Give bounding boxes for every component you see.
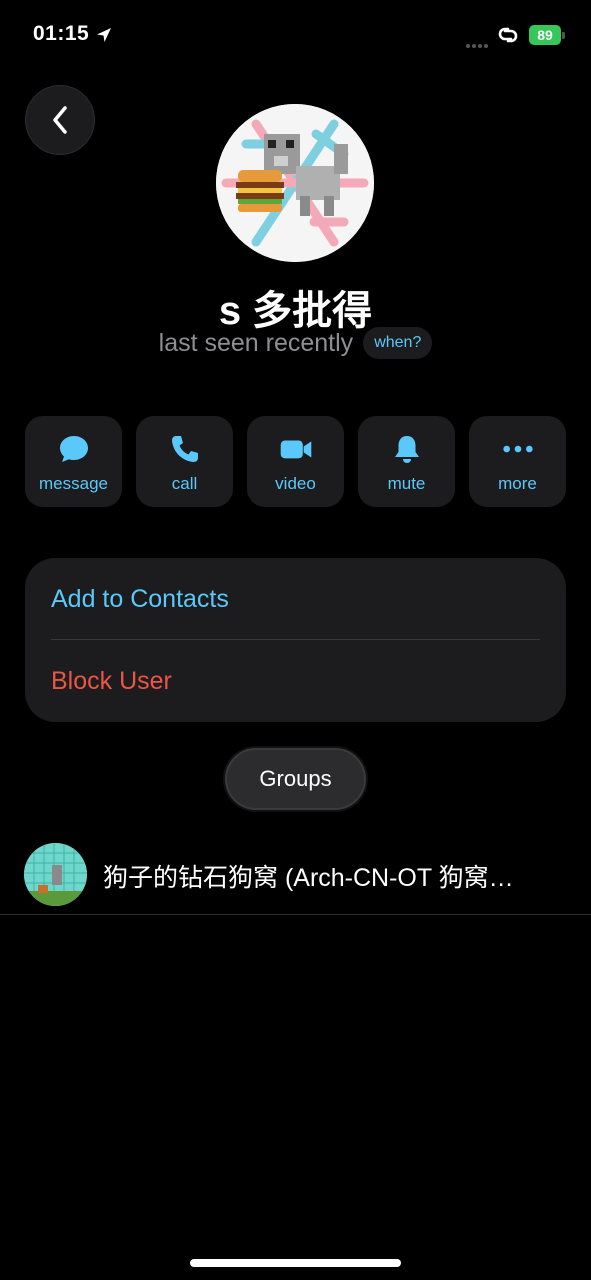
presence-row: last seen recently when?	[0, 327, 591, 359]
action-bar: message call video mute more	[25, 416, 566, 507]
back-button[interactable]	[25, 85, 95, 155]
phone-icon	[171, 436, 198, 462]
ellipsis-icon	[502, 445, 533, 453]
signal-icon	[466, 35, 492, 48]
more-label: more	[498, 474, 537, 493]
list-item[interactable]: 狗子的钻石狗窝 (Arch-CN-OT 狗窝…	[0, 838, 591, 914]
list-divider	[0, 914, 591, 915]
tab-groups[interactable]: Groups	[225, 748, 366, 810]
link-icon	[498, 27, 518, 43]
battery-icon: 89	[529, 25, 565, 45]
bell-icon	[394, 436, 419, 463]
message-label: message	[39, 474, 108, 493]
add-to-contacts-button[interactable]: Add to Contacts	[51, 558, 229, 640]
battery-level: 89	[537, 27, 553, 43]
last-seen-text: last seen recently	[158, 328, 354, 357]
video-label: video	[275, 474, 316, 493]
when-button[interactable]: when?	[363, 327, 433, 359]
group-name: 狗子的钻石狗窝 (Arch-CN-OT 狗窝…	[103, 864, 514, 892]
message-bubble-icon	[59, 436, 88, 462]
block-user-button[interactable]: Block User	[51, 640, 172, 722]
chevron-left-icon	[53, 106, 67, 134]
video-button[interactable]: video	[247, 416, 344, 507]
message-button[interactable]: message	[25, 416, 122, 507]
call-label: call	[171, 474, 198, 493]
group-avatar	[24, 843, 87, 906]
status-time: 01:15	[33, 22, 90, 45]
video-camera-icon	[280, 440, 311, 459]
contact-options-card: Add to Contacts Block User	[25, 558, 566, 722]
call-button[interactable]: call	[136, 416, 233, 507]
group-avatar-image	[24, 843, 87, 906]
profile-avatar[interactable]	[216, 104, 374, 262]
profile-avatar-image	[216, 104, 374, 262]
mute-label: mute	[387, 474, 426, 493]
location-arrow-icon	[97, 28, 111, 42]
home-indicator[interactable]	[190, 1259, 401, 1267]
status-bar: 01:15 89	[0, 0, 591, 70]
mute-button[interactable]: mute	[358, 416, 455, 507]
more-button[interactable]: more	[469, 416, 566, 507]
